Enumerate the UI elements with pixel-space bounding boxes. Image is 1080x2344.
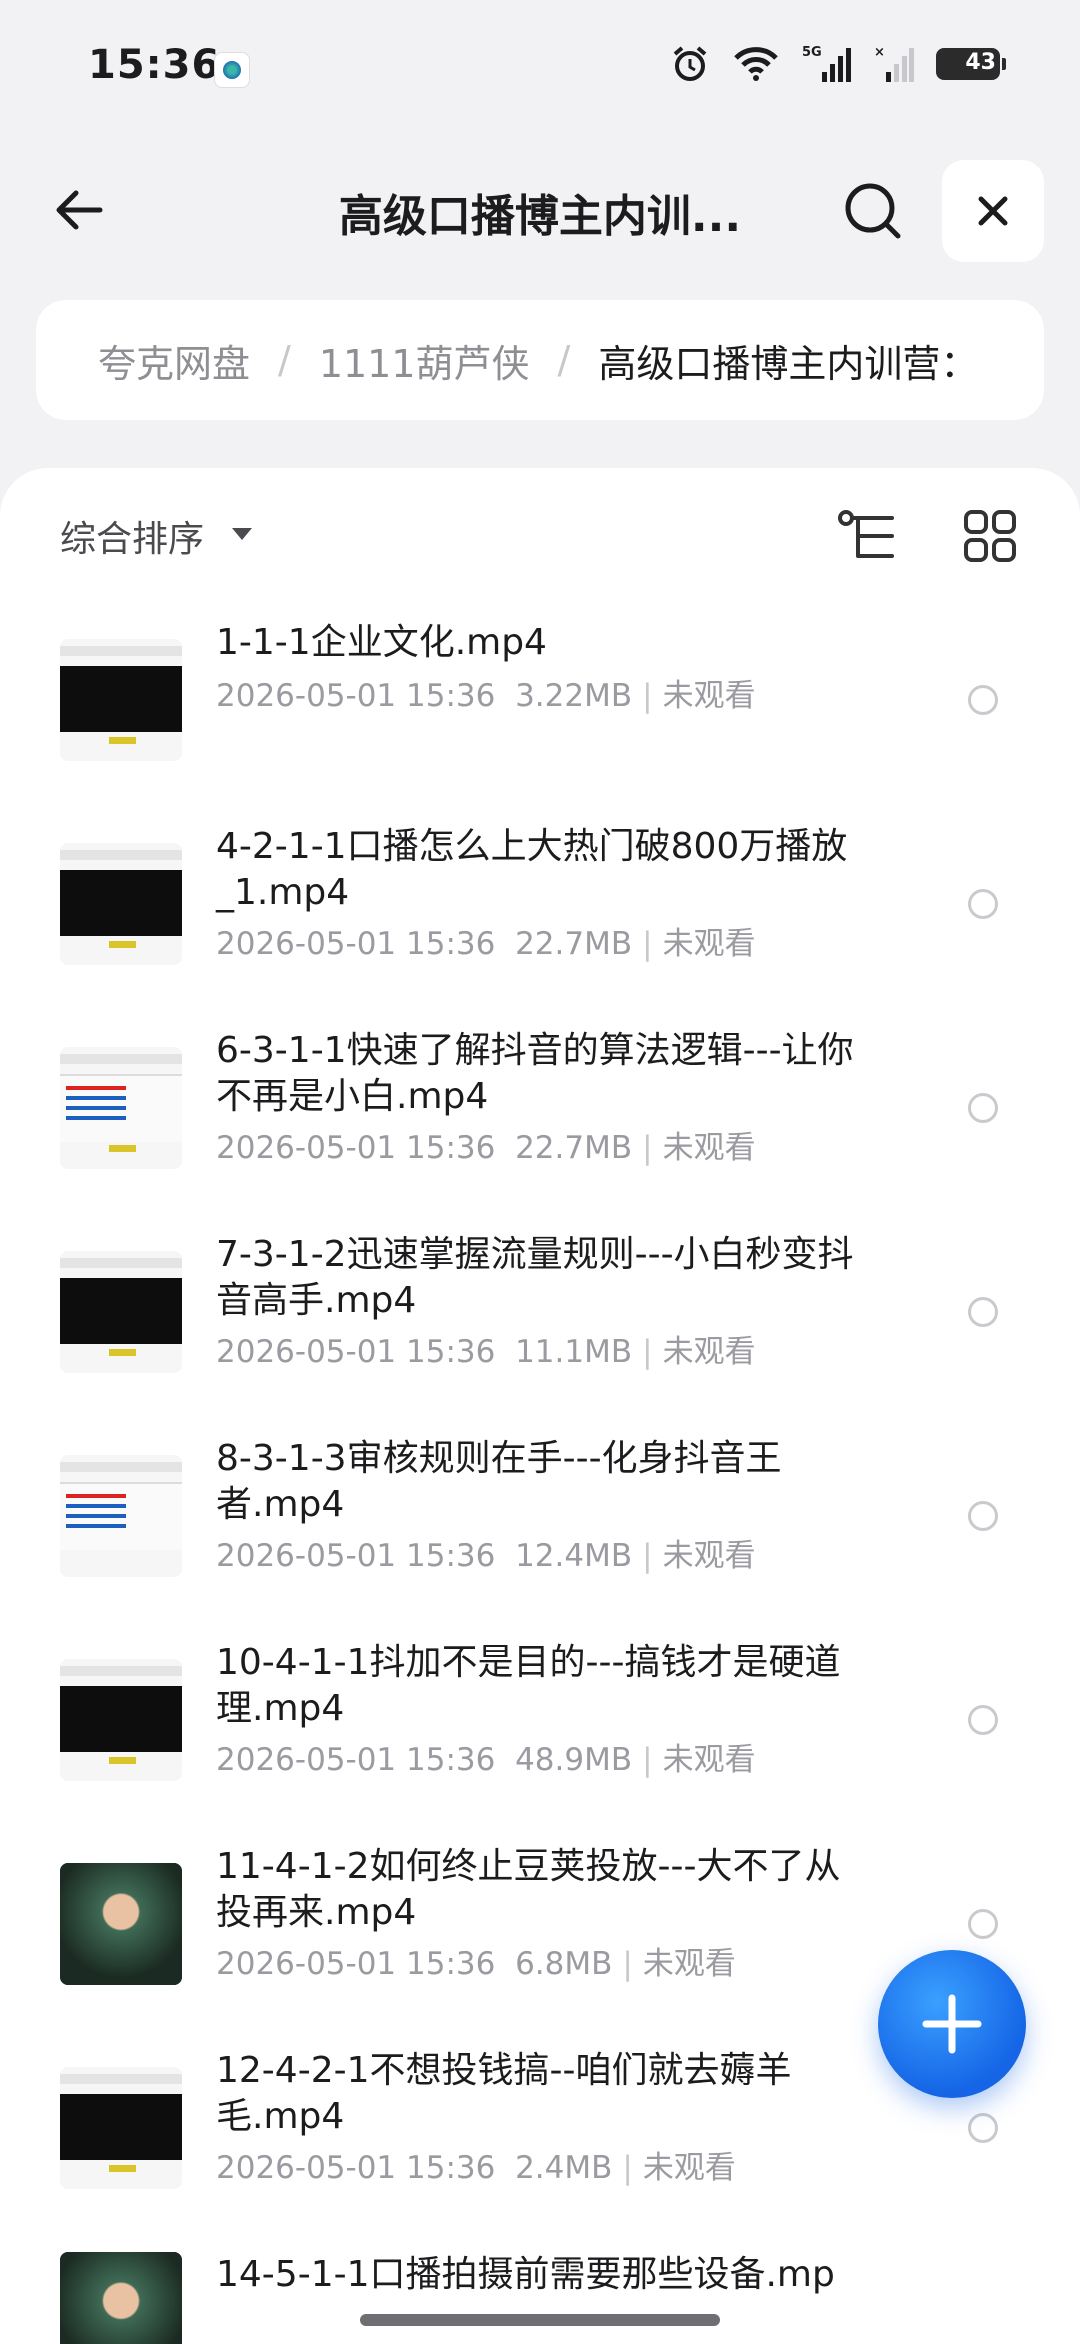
list-item[interactable]: 14-5-1-1口播拍摄前需要那些设备.mp bbox=[0, 2230, 1080, 2344]
select-radio[interactable] bbox=[968, 1501, 998, 1531]
file-size: 22.7MB bbox=[515, 926, 633, 962]
file-meta: 2026-05-01 15:36 3.22MB | 未观看 bbox=[216, 678, 756, 714]
file-name: 10-4-1-1抖加不是目的---搞钱才是硬道理.mp4 bbox=[216, 1642, 841, 1729]
add-button[interactable] bbox=[878, 1950, 1026, 2098]
breadcrumb-separator: / bbox=[557, 338, 571, 382]
alarm-icon bbox=[673, 46, 707, 81]
file-name: 7-3-1-2迅速掌握流量规则---小白秒变抖音高手.mp4 bbox=[216, 1234, 854, 1321]
status-time: 15:36 bbox=[88, 42, 221, 88]
watch-status: 未观看 bbox=[662, 1538, 756, 1574]
breadcrumb: 夸克网盘 / 1111葫芦侠 / 高级口播博主内训营： bbox=[36, 300, 1044, 420]
watch-status: 未观看 bbox=[642, 1946, 736, 1982]
battery-icon: 43 bbox=[936, 48, 1006, 80]
battery-level: 43 bbox=[965, 50, 996, 75]
signal-weak-icon: × bbox=[874, 45, 914, 82]
select-radio[interactable] bbox=[968, 1909, 998, 1939]
breadcrumb-item-current: 高级口播博主内训营： bbox=[598, 341, 979, 386]
file-size: 11.1MB bbox=[515, 1334, 633, 1370]
close-icon bbox=[978, 196, 1008, 226]
wifi-icon bbox=[734, 47, 778, 81]
home-indicator[interactable] bbox=[360, 2314, 720, 2326]
file-name: 14-5-1-1口播拍摄前需要那些设备.mp bbox=[216, 2254, 835, 2295]
plus-icon bbox=[922, 1994, 982, 2054]
search-icon[interactable] bbox=[838, 176, 908, 246]
video-thumbnail bbox=[60, 843, 182, 965]
video-thumbnail bbox=[60, 1251, 182, 1373]
select-radio[interactable] bbox=[968, 1093, 998, 1123]
svg-text:5G: 5G bbox=[802, 45, 822, 60]
list-item[interactable]: 10-4-1-1抖加不是目的---搞钱才是硬道理.mp4 2026-05-01 … bbox=[0, 1618, 1080, 1822]
file-size: 6.8MB bbox=[515, 1946, 613, 1982]
select-radio[interactable] bbox=[968, 1297, 998, 1327]
file-date: 2026-05-01 15:36 bbox=[216, 2150, 496, 2186]
file-date: 2026-05-01 15:36 bbox=[216, 1334, 496, 1370]
file-name: 4-2-1-1口播怎么上大热门破800万播放_1.mp4 bbox=[216, 826, 848, 913]
select-radio[interactable] bbox=[968, 685, 998, 715]
tree-view-icon[interactable] bbox=[836, 508, 900, 566]
select-radio[interactable] bbox=[968, 2113, 998, 2143]
watch-status: 未观看 bbox=[662, 1334, 756, 1370]
list-item[interactable]: 7-3-1-2迅速掌握流量规则---小白秒变抖音高手.mp4 2026-05-0… bbox=[0, 1210, 1080, 1414]
file-date: 2026-05-01 15:36 bbox=[216, 926, 496, 962]
sort-dropdown[interactable]: 综合排序 bbox=[60, 510, 204, 562]
breadcrumb-item-root[interactable]: 夸克网盘 bbox=[98, 333, 250, 388]
caret-down-icon[interactable] bbox=[232, 528, 252, 540]
watch-status: 未观看 bbox=[662, 1130, 756, 1166]
file-name: 8-3-1-3审核规则在手---化身抖音王者.mp4 bbox=[216, 1438, 782, 1525]
file-meta: 2026-05-01 15:36 6.8MB | 未观看 bbox=[216, 1946, 736, 1982]
file-size: 12.4MB bbox=[515, 1538, 633, 1574]
file-date: 2026-05-01 15:36 bbox=[216, 1130, 496, 1166]
video-thumbnail bbox=[60, 1863, 182, 1985]
video-thumbnail bbox=[60, 2067, 182, 2189]
video-thumbnail bbox=[60, 2252, 182, 2344]
file-size: 3.22MB bbox=[515, 678, 633, 714]
grid-view-icon[interactable] bbox=[962, 508, 1018, 564]
close-button[interactable] bbox=[942, 160, 1044, 262]
file-meta: 2026-05-01 15:36 12.4MB | 未观看 bbox=[216, 1538, 756, 1574]
file-meta: 2026-05-01 15:36 22.7MB | 未观看 bbox=[216, 1130, 756, 1166]
select-radio[interactable] bbox=[968, 889, 998, 919]
video-thumbnail bbox=[60, 639, 182, 761]
file-size: 48.9MB bbox=[515, 1742, 633, 1778]
sort-toolbar: 综合排序 bbox=[0, 468, 1080, 598]
top-bar: 高级口播博主内训... bbox=[0, 150, 1080, 270]
app-notification-icon bbox=[214, 52, 250, 88]
status-indicators: 5G × 43 bbox=[670, 44, 1006, 84]
file-date: 2026-05-01 15:36 bbox=[216, 1538, 496, 1574]
file-meta: 2026-05-01 15:36 22.7MB | 未观看 bbox=[216, 926, 756, 962]
list-item[interactable]: 1-1-1企业文化.mp4 2026-05-01 15:36 3.22MB | 未观… bbox=[0, 598, 1080, 802]
file-date: 2026-05-01 15:36 bbox=[216, 678, 496, 714]
watch-status: 未观看 bbox=[662, 678, 756, 714]
file-meta: 2026-05-01 15:36 2.4MB | 未观看 bbox=[216, 2150, 736, 2186]
list-item[interactable]: 6-3-1-1快速了解抖音的算法逻辑---让你不再是小白.mp4 2026-05… bbox=[0, 1006, 1080, 1210]
watch-status: 未观看 bbox=[662, 926, 756, 962]
file-size: 22.7MB bbox=[515, 1130, 633, 1166]
file-name: 12-4-2-1不想投钱搞--咱们就去薅羊毛.mp4 bbox=[216, 2050, 792, 2137]
file-meta: 2026-05-01 15:36 11.1MB | 未观看 bbox=[216, 1334, 756, 1370]
video-thumbnail bbox=[60, 1659, 182, 1781]
list-item[interactable]: 4-2-1-1口播怎么上大热门破800万播放_1.mp4 2026-05-01 … bbox=[0, 802, 1080, 1006]
select-radio[interactable] bbox=[968, 1705, 998, 1735]
svg-text:×: × bbox=[874, 45, 885, 60]
watch-status: 未观看 bbox=[662, 1742, 756, 1778]
file-meta: 2026-05-01 15:36 48.9MB | 未观看 bbox=[216, 1742, 756, 1778]
breadcrumb-separator: / bbox=[278, 338, 291, 382]
list-item[interactable]: 8-3-1-3审核规则在手---化身抖音王者.mp4 2026-05-01 15… bbox=[0, 1414, 1080, 1618]
page-title: 高级口播博主内训... bbox=[338, 191, 742, 242]
file-date: 2026-05-01 15:36 bbox=[216, 1742, 496, 1778]
file-date: 2026-05-01 15:36 bbox=[216, 1946, 496, 1982]
status-bar: 15:36 5G × 43 bbox=[0, 0, 1080, 140]
file-size: 2.4MB bbox=[515, 2150, 613, 2186]
file-name: 6-3-1-1快速了解抖音的算法逻辑---让你不再是小白.mp4 bbox=[216, 1030, 854, 1117]
file-name: 1-1-1企业文化.mp4 bbox=[216, 622, 547, 663]
watch-status: 未观看 bbox=[642, 2150, 736, 2186]
video-thumbnail bbox=[60, 1047, 182, 1169]
breadcrumb-item-folder[interactable]: 1111葫芦侠 bbox=[319, 333, 530, 388]
file-name: 11-4-1-2如何终止豆荚投放---大不了从投再来.mp4 bbox=[216, 1846, 841, 1933]
signal-5g-icon: 5G bbox=[802, 45, 851, 82]
video-thumbnail bbox=[60, 1455, 182, 1577]
